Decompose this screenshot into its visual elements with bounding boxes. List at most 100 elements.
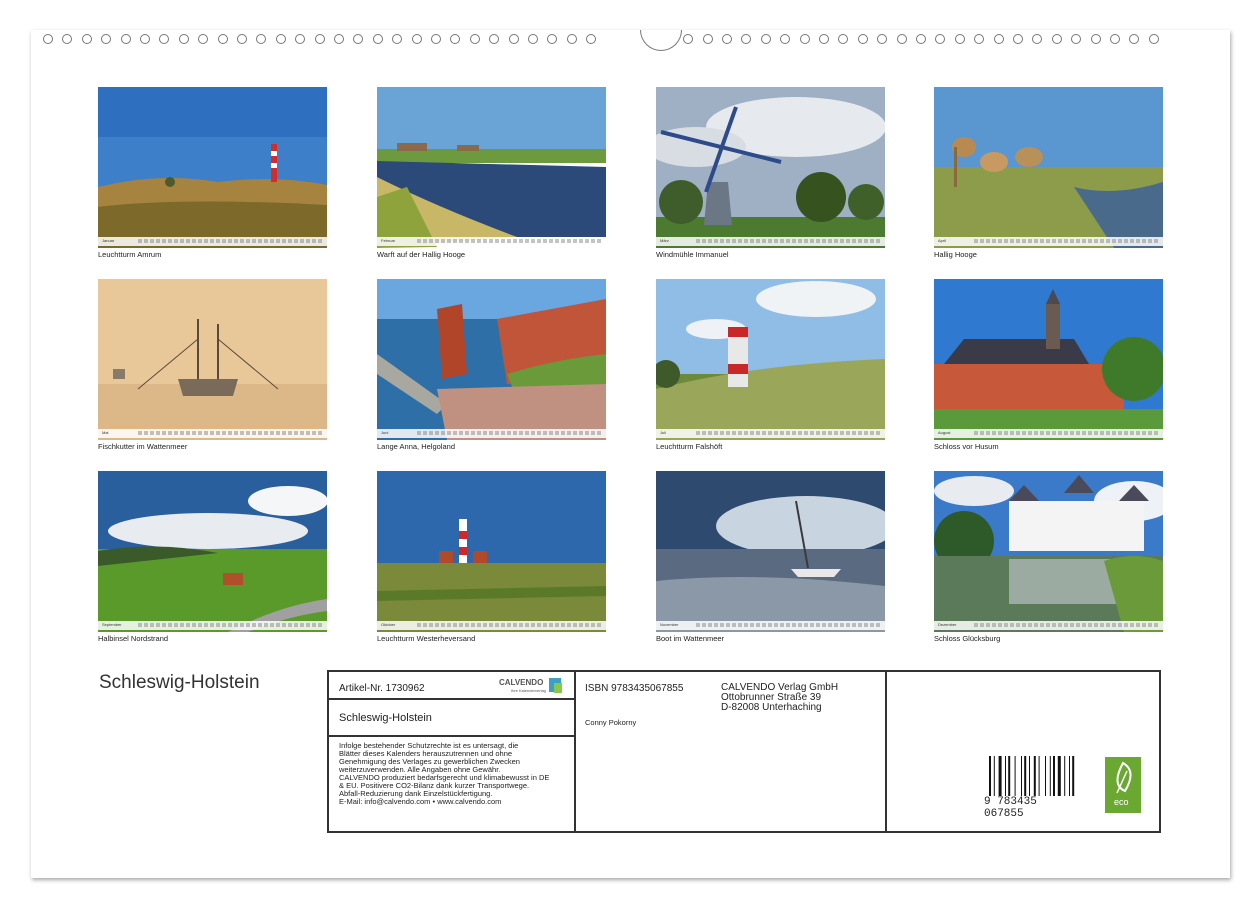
photo-caption: Lange Anna, Helgoland (377, 442, 455, 451)
photo-caption: Fischkutter im Wattenmeer (98, 442, 188, 451)
binding-ring (1148, 34, 1159, 44)
barcode-bar (1072, 756, 1075, 796)
brand-name: CALVENDO (499, 678, 544, 687)
month-photo-dezember: Dezember (934, 471, 1163, 632)
barcode-bar (1014, 756, 1016, 796)
photo-caption: Hallig Hooge (934, 250, 977, 259)
binding-ring (101, 34, 112, 44)
photo-caption: Leuchtturm Westerheversand (377, 634, 476, 643)
binding-ring (450, 34, 461, 44)
month-label: Juli (660, 430, 667, 435)
binding-ring (411, 34, 422, 44)
binding-ring (314, 34, 325, 44)
binding-ring (81, 34, 92, 44)
barcode-bar (1069, 756, 1070, 796)
binding-ring (1032, 34, 1043, 44)
barcode-bar (1038, 756, 1040, 796)
month-photo-november: November (656, 471, 885, 632)
binding-ring (1129, 34, 1140, 44)
binding-ring (43, 34, 53, 44)
article-number: Artikel-Nr. 1730962 (339, 683, 425, 694)
binding-ring (489, 34, 500, 44)
binding-ring (198, 34, 209, 44)
month-label: September (102, 622, 122, 627)
binding-ring (217, 34, 228, 44)
binding-ring (1051, 34, 1062, 44)
month-label: Februar (381, 238, 396, 243)
month-photo-januar: Januar (98, 87, 327, 248)
product-title: Schleswig-Holstein (339, 712, 432, 724)
binding-ring (392, 34, 403, 44)
month-label: November (660, 622, 679, 627)
barcode-bar (1033, 756, 1036, 796)
binding-ring (780, 34, 791, 44)
binding-ring (877, 34, 888, 44)
eco-label: eco (1114, 797, 1129, 807)
binding-ring (140, 34, 150, 44)
barcode-number: 9 783435 067855 (984, 796, 1037, 820)
isbn: ISBN 9783435067855 (585, 683, 684, 694)
binding-ring (838, 34, 849, 44)
binding-ring (702, 34, 713, 44)
binding-ring (1013, 34, 1023, 44)
month-photo-oktober: Oktober (377, 471, 606, 632)
binding-ring (741, 34, 752, 44)
eco-badge: eco (1105, 757, 1141, 813)
binding-ring (1090, 34, 1101, 44)
binding-ring (857, 34, 868, 44)
barcode-bar (1021, 756, 1022, 796)
photo-caption: Schloss vor Husum (934, 442, 999, 451)
binding-ring (896, 34, 907, 44)
binding-ring (120, 34, 131, 44)
binding-ring (334, 34, 344, 44)
month-label: Dezember (938, 622, 957, 627)
binding-ring (469, 34, 480, 44)
publisher-address: CALVENDO Verlag GmbH Ottobrunner Straße … (721, 683, 838, 713)
binding-ring (993, 34, 1004, 44)
month-photo-august: August (934, 279, 1163, 440)
binding-ring (508, 34, 519, 44)
binding-ring (159, 34, 170, 44)
author: Conny Pokorny (585, 718, 637, 727)
binding-ring (722, 34, 732, 44)
month-label: Juni (381, 430, 389, 435)
binding-ring (178, 34, 189, 44)
binding-ring (1071, 34, 1082, 44)
binding-ring (275, 34, 286, 44)
binding-ring (431, 34, 441, 44)
binding-ring (683, 34, 694, 44)
binding-ring (954, 34, 965, 44)
photo-caption: Boot im Wattenmeer (656, 634, 725, 643)
legal-text: Infolge bestehender Schutzrechte ist es … (339, 742, 571, 806)
barcode-bar (1064, 756, 1066, 796)
binding-ring (974, 34, 985, 44)
month-label: Januar (102, 238, 115, 243)
month-photo-februar: Februar (377, 87, 606, 248)
barcode-bar (1029, 756, 1030, 796)
info-box: Artikel-Nr. 1730962 CALVENDO Ihre Kalend… (327, 670, 1161, 833)
photo-caption: Leuchtturm Falshöft (656, 442, 723, 451)
binding-ring (760, 34, 771, 44)
month-label: Mai (102, 430, 109, 435)
month-label: März (660, 238, 669, 243)
legal-line: E-Mail: info@calvendo.com • www.calvendo… (339, 797, 502, 806)
binding-ring (528, 34, 538, 44)
binding-ring (935, 34, 946, 44)
binding-ring (353, 34, 364, 44)
photo-caption: Windmühle Immanuel (656, 250, 729, 259)
barcode-bar (1008, 756, 1011, 796)
publisher-line: D-82008 Unterhaching (721, 702, 822, 713)
barcode-bar (1045, 756, 1046, 796)
barcode-bar (1005, 756, 1006, 796)
brand-tagline: Ihre Kalenderverlag (511, 688, 546, 693)
binding-ring (916, 34, 926, 44)
photo-caption: Schloss Glücksburg (934, 634, 1001, 643)
barcode: 9 783435 067855 (984, 756, 1079, 820)
month-label: April (938, 238, 947, 243)
photo-caption: Warft auf der Hallig Hooge (377, 250, 466, 259)
month-photo-april: April (934, 87, 1163, 248)
barcode-bar (1053, 756, 1055, 796)
binding-ring (62, 34, 73, 44)
binding-ring (237, 34, 247, 44)
binding-rings (31, 30, 1230, 51)
